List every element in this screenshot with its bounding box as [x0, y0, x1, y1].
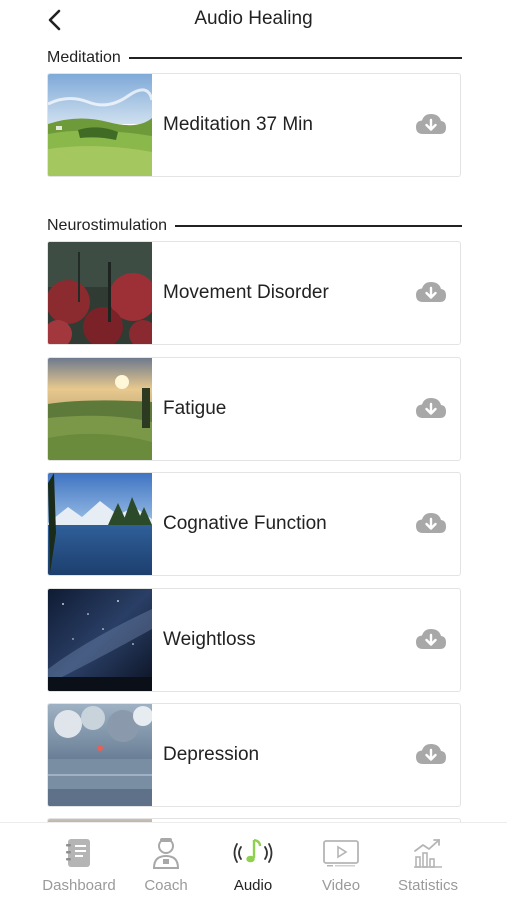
track-title: Meditation 37 Min — [163, 114, 313, 135]
tab-label: Coach — [144, 877, 188, 894]
tab-video[interactable]: Video — [296, 835, 386, 897]
notebook-icon — [66, 839, 90, 867]
track-card-cognative-function[interactable]: Cognative Function — [47, 472, 461, 576]
page-title: Audio Healing — [194, 8, 313, 29]
track-card-depression[interactable]: Depression — [47, 703, 461, 807]
track-thumbnail-hills — [48, 74, 152, 176]
track-title: Cognative Function — [163, 513, 327, 534]
statistics-icon — [414, 839, 442, 868]
header-bar: Audio Healing — [0, 0, 507, 40]
cloud-download-icon[interactable] — [414, 396, 448, 422]
section-divider — [175, 225, 462, 227]
track-title: Movement Disorder — [163, 282, 329, 303]
track-card-weightloss[interactable]: Weightloss — [47, 588, 461, 692]
audio-note-icon — [233, 838, 273, 863]
cloud-download-icon[interactable] — [414, 280, 448, 306]
tab-statistics[interactable]: Statistics — [383, 835, 473, 897]
tab-label: Video — [321, 877, 361, 894]
video-icon — [323, 840, 359, 867]
tab-coach[interactable]: Coach — [121, 835, 211, 897]
tab-label: Audio — [233, 877, 273, 894]
cloud-download-icon[interactable] — [414, 112, 448, 138]
track-title: Fatigue — [163, 398, 227, 419]
track-card-movement-disorder[interactable]: Movement Disorder — [47, 241, 461, 345]
track-thumbnail-cloudy-sea — [48, 704, 152, 806]
section-divider — [128, 57, 462, 59]
bottom-tab-bar: Dashboard Coach Audio Video Statistics — [0, 822, 507, 900]
cloud-download-icon[interactable] — [414, 742, 448, 768]
tab-label: Dashboard — [42, 877, 116, 894]
track-thumbnail-sunset-meadow — [48, 358, 152, 460]
section-header-meditation: Meditation — [47, 48, 462, 68]
track-title: Weightloss — [163, 629, 256, 650]
tab-audio[interactable]: Audio — [208, 835, 298, 897]
track-thumbnail-mountain-lake — [48, 473, 152, 575]
section-label: Neurostimulation — [47, 217, 168, 234]
track-thumbnail-red-forest — [48, 242, 152, 344]
track-card-meditation[interactable]: Meditation 37 Min — [47, 73, 461, 177]
cloud-download-icon[interactable] — [414, 627, 448, 653]
tab-label: Statistics — [397, 877, 458, 894]
coach-icon — [152, 838, 180, 869]
track-card-fatigue[interactable]: Fatigue — [47, 357, 461, 461]
track-title: Depression — [163, 744, 260, 765]
tab-dashboard[interactable]: Dashboard — [34, 835, 124, 897]
cloud-download-icon[interactable] — [414, 511, 448, 537]
section-header-neurostimulation: Neurostimulation — [47, 216, 462, 236]
section-label: Meditation — [47, 49, 121, 66]
track-thumbnail-night-sky — [48, 589, 152, 691]
